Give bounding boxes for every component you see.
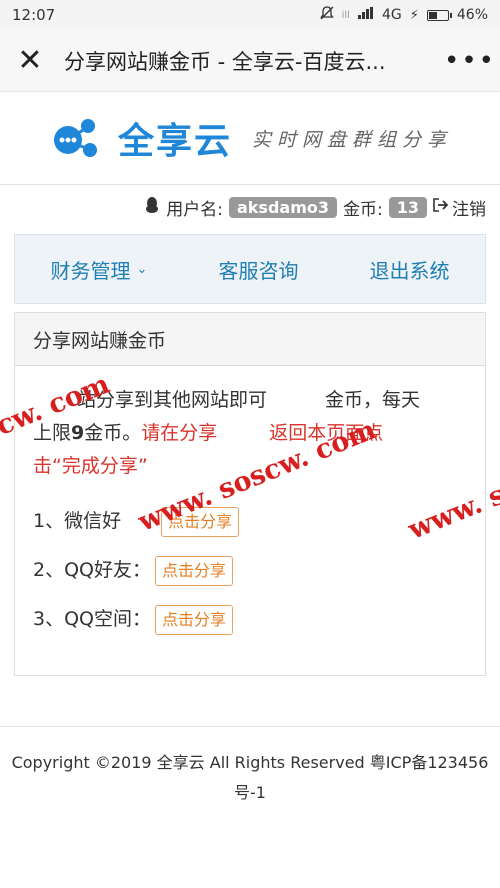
page-title: 分享网站赚金币 - 全享云-百度云...	[64, 49, 386, 74]
daily-limit-value: 9	[71, 422, 85, 444]
cloud-logo-icon	[48, 110, 104, 166]
nav-customer-service[interactable]: 客服咨询	[218, 255, 298, 284]
qq-penguin-icon	[144, 196, 160, 219]
desc-part-1: 站分享到其他网站即可	[77, 389, 268, 411]
footer: Copyright ©2019 全享云 All Rights Reserved …	[10, 748, 490, 808]
status-bar: 12:07 ill 4G ⚡ 46%	[0, 0, 500, 30]
main-nav: 财务管理 ⌄ 客服咨询 退出系统	[14, 234, 486, 304]
logout-link[interactable]: 注销	[433, 195, 486, 220]
share-label: 1、微信好	[33, 510, 122, 532]
nav-exit-system[interactable]: 退出系统	[369, 255, 449, 284]
network-type: 4G	[381, 7, 402, 23]
share-wechat-button[interactable]: 点击分享	[161, 506, 240, 537]
footer-divider	[0, 726, 500, 727]
username-badge: aksdamo3	[228, 196, 337, 218]
status-indicators: ill 4G ⚡ 46%	[319, 6, 488, 24]
coins-label: 金币:	[343, 199, 383, 220]
description: 站分享到其他网站即可 金币，每天 上限9金币。请在分享 返回本页面点 击“完成分享”	[33, 384, 467, 483]
site-slogan: 实时网盘群组分享	[252, 128, 453, 151]
icp-line: 号-1	[234, 783, 266, 802]
share-row-wechat: 1、微信好 点击分享	[33, 505, 467, 538]
site-header: 全享云 实时网盘群组分享	[0, 92, 500, 185]
desc-part-5: 金币。	[84, 422, 142, 444]
panel-title: 分享网站赚金币	[15, 313, 485, 366]
nav-finance-management[interactable]: 财务管理 ⌄	[51, 255, 148, 284]
site-logo-name: 全享云	[117, 121, 232, 162]
copyright-line: Copyright ©2019 全享云 All Rights Reserved …	[11, 753, 489, 772]
instruction-part-1: 请在分享	[141, 422, 218, 444]
nav-label: 退出系统	[369, 258, 450, 283]
chevron-down-icon: ⌄	[136, 261, 148, 277]
mute-icon	[319, 6, 334, 24]
instruction-part-2: 返回本页面点	[269, 422, 384, 444]
share-qq-friends-button[interactable]: 点击分享	[155, 555, 234, 586]
share-qzone-button[interactable]: 点击分享	[155, 604, 234, 635]
logout-label: 注销	[452, 199, 486, 220]
username-label: 用户名:	[166, 199, 223, 220]
sign-out-icon	[433, 197, 449, 217]
coins-badge: 13	[388, 196, 427, 218]
share-row-qq-friends: 2、QQ好友： 点击分享	[33, 554, 467, 587]
desc-part-2: 金币，每天	[325, 389, 421, 411]
battery-percent: 46%	[456, 7, 488, 23]
battery-icon	[426, 9, 452, 21]
user-info-bar: 用户名: aksdamo3 金币: 13 注销	[0, 185, 500, 229]
status-time: 12:07	[12, 6, 56, 24]
nav-label: 财务管理	[50, 258, 131, 283]
share-label: 3、QQ空间：	[33, 608, 151, 630]
share-label: 2、QQ好友：	[33, 559, 151, 581]
desc-part-3: 上限	[33, 422, 72, 444]
close-icon[interactable]: ✕	[16, 45, 44, 76]
more-menu-icon[interactable]: •••	[444, 46, 494, 76]
share-row-qzone: 3、QQ空间： 点击分享	[33, 603, 467, 636]
signal-icon	[357, 7, 374, 23]
title-bar: ✕ 分享网站赚金币 - 全享云-百度云... •••	[0, 30, 500, 92]
charging-icon: ⚡	[409, 7, 419, 23]
panel-body: 站分享到其他网站即可 金币，每天 上限9金币。请在分享 返回本页面点 击“完成分享”…	[15, 366, 485, 654]
share-panel: 分享网站赚金币 站分享到其他网站即可 金币，每天 上限9金币。请在分享 返回本页面点…	[14, 312, 486, 676]
wifi-calling-icon: ill	[341, 9, 350, 21]
instruction-part-3: 击“完成分享”	[33, 455, 148, 477]
nav-label: 客服咨询	[218, 258, 299, 283]
battery-fill	[428, 11, 437, 19]
